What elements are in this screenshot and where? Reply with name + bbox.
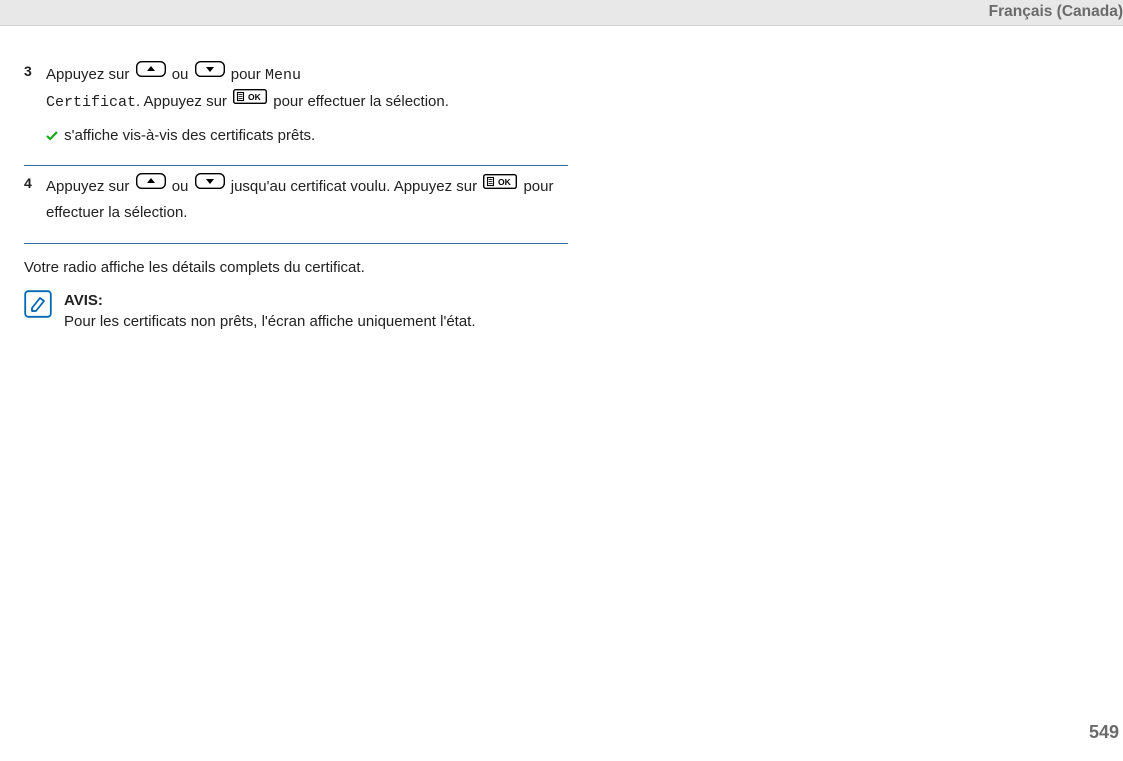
step-4: 4 Appuyez sur ou jusqu'au certificat vou… — [24, 174, 568, 244]
text: pour — [231, 66, 265, 83]
page-content: 3 Appuyez sur ou pour Menu Certificat. A… — [0, 26, 568, 333]
menu-label-mono: Menu — [265, 67, 301, 84]
step-body: Appuyez sur ou jusqu'au certificat voulu… — [46, 174, 568, 233]
ok-button-icon: OK — [233, 87, 267, 113]
step-number: 3 — [24, 62, 46, 155]
up-button-icon — [136, 60, 166, 86]
step-number: 4 — [24, 174, 46, 233]
page-header: Français (Canada) — [0, 0, 1123, 26]
page-number: 549 — [1089, 722, 1119, 743]
svg-text:OK: OK — [248, 92, 262, 102]
down-button-icon — [195, 172, 225, 198]
text: jusqu'au certificat voulu. Appuyez sur — [231, 178, 482, 195]
notice-block: AVIS: Pour les certificats non prêts, l'… — [24, 290, 568, 334]
checkmark-icon — [46, 131, 58, 141]
text: ou — [172, 66, 193, 83]
step-3: 3 Appuyez sur ou pour Menu Certificat. A… — [24, 62, 568, 166]
text: . Appuyez sur — [136, 93, 231, 110]
step-body: Appuyez sur ou pour Menu Certificat. App… — [46, 62, 568, 155]
notice-icon — [24, 290, 52, 334]
text: Appuyez sur — [46, 66, 134, 83]
down-button-icon — [195, 60, 225, 86]
result-text: Votre radio affiche les détails complets… — [24, 256, 568, 280]
notice-title: AVIS: — [64, 292, 103, 309]
text: Appuyez sur — [46, 178, 134, 195]
notice-text: Pour les certificats non prêts, l'écran … — [64, 313, 476, 330]
certificat-label-mono: Certificat — [46, 94, 136, 111]
text: ou — [172, 178, 193, 195]
locale-label: Français (Canada) — [989, 3, 1123, 20]
ok-button-icon: OK — [483, 172, 517, 198]
text: pour effectuer la sélection. — [273, 93, 449, 110]
notice-body: AVIS: Pour les certificats non prêts, l'… — [64, 290, 476, 334]
up-button-icon — [136, 172, 166, 198]
step3-subtext: s'affiche vis-à-vis des certificats prêt… — [60, 127, 315, 144]
svg-text:OK: OK — [498, 177, 512, 187]
